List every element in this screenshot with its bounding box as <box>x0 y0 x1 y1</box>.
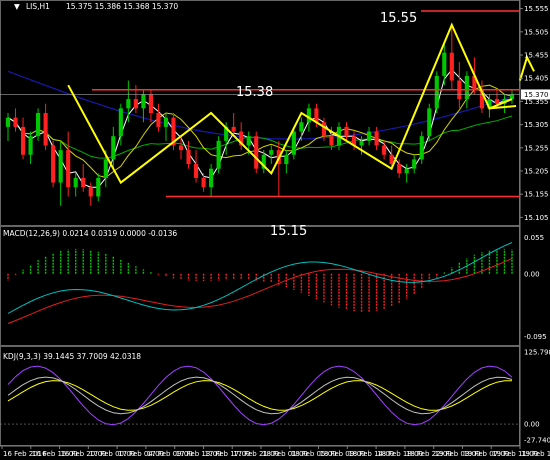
candle-body <box>88 187 93 197</box>
price-tick-label: 15.255 <box>524 144 549 152</box>
candle-body <box>397 164 402 174</box>
kdj-k-line <box>7 376 513 415</box>
candle-body <box>269 150 274 155</box>
trading-chart[interactable]: 15.55515.50515.45515.40515.35515.30515.2… <box>0 0 550 460</box>
candle-body <box>321 122 327 137</box>
price-tick-label: 15.405 <box>524 75 549 83</box>
candle-body <box>382 145 387 155</box>
panel-frame <box>0 226 520 346</box>
candle-body <box>133 99 138 109</box>
symbol-label: LIS,H1 <box>26 2 50 11</box>
candle-body <box>193 164 199 178</box>
price-tick-label: 15.305 <box>524 121 549 129</box>
candle-body <box>66 150 71 188</box>
candle-body <box>186 150 191 165</box>
candle-body <box>43 113 48 146</box>
candle-body <box>419 136 424 160</box>
macd-header: MACD(12,26,9) 0.0214 0.0319 0.0000 -0.01… <box>3 229 177 238</box>
candle-body <box>442 52 447 76</box>
macd-tick-label: -0.095 <box>524 333 547 341</box>
candle-body <box>464 75 469 100</box>
price-tick-label: 15.505 <box>524 28 549 36</box>
candle-body <box>51 145 56 183</box>
ohlc-quote: 15.375 15.386 15.368 15.370 <box>66 2 178 11</box>
candle-body <box>126 99 131 109</box>
price-panel[interactable] <box>0 10 520 206</box>
macd-panel[interactable] <box>7 242 513 324</box>
candle-body <box>118 108 123 137</box>
candle-body <box>246 136 251 146</box>
candle-body <box>509 94 515 100</box>
current-price-label: 15.370 <box>524 91 549 99</box>
dropdown-arrow-icon[interactable]: ▼ <box>14 2 20 11</box>
candle-body <box>163 117 169 127</box>
candle-body <box>178 145 184 151</box>
kdj-header: KDJ(9,3,3) 39.1445 37.7009 42.0318 <box>3 352 141 361</box>
candle-body <box>374 131 379 146</box>
candle-body <box>81 177 86 188</box>
kdj-tick-label: 0.00 <box>524 421 540 429</box>
panel-frame <box>0 0 520 226</box>
candle-body <box>216 140 221 169</box>
candle-body <box>404 168 409 174</box>
candle-body <box>36 113 41 137</box>
time-tick-label: 19 Feb 15:00 <box>521 450 550 458</box>
candle-body <box>20 126 26 155</box>
candle-body <box>148 94 153 113</box>
candle-body <box>201 177 206 188</box>
candle-body <box>28 136 33 155</box>
candle-body <box>156 113 161 127</box>
candle-body <box>299 122 304 132</box>
candle-body <box>96 177 101 197</box>
level-low-label: 15.15 <box>270 224 307 239</box>
macd-main-line <box>7 242 513 314</box>
level-mid-label: 15.38 <box>236 85 273 100</box>
candle-body <box>344 126 349 137</box>
kdj-tick-label: -27.7401 <box>524 437 550 445</box>
candle-body <box>58 150 63 183</box>
price-tick-label: 15.455 <box>524 52 549 60</box>
candle-body <box>427 108 432 137</box>
candle-body <box>359 140 364 146</box>
panel-frame <box>0 346 520 446</box>
candle-body <box>254 136 259 169</box>
candle-body <box>449 52 454 81</box>
kdj-tick-label: 125.798 <box>524 349 550 357</box>
macd-signal-line <box>7 258 513 324</box>
candle-body <box>494 99 500 104</box>
candle-body <box>73 177 78 188</box>
candle-body <box>13 117 18 127</box>
candle-body <box>231 126 236 132</box>
candle-body <box>412 159 417 169</box>
candle-body <box>306 108 311 123</box>
candle-body <box>284 154 289 165</box>
price-tick-label: 15.205 <box>524 167 549 175</box>
level-high-label: 15.55 <box>380 11 417 26</box>
candle-body <box>209 168 214 188</box>
price-tick-label: 15.105 <box>524 214 549 222</box>
candle-body <box>434 75 439 109</box>
macd-tick-label: 0.055 <box>524 234 544 242</box>
macd-tick-label: 0.00 <box>524 270 540 278</box>
price-tick-label: 15.555 <box>524 5 549 13</box>
candle-body <box>329 136 334 146</box>
candle-body <box>141 94 146 109</box>
candle-body <box>367 131 372 141</box>
candle-body <box>5 117 11 127</box>
candle-body <box>111 136 116 160</box>
candle-body <box>291 131 296 155</box>
kdj-panel[interactable] <box>0 365 520 426</box>
candle-body <box>103 159 108 178</box>
price-tick-label: 15.155 <box>524 191 549 199</box>
candle-body <box>314 108 319 123</box>
